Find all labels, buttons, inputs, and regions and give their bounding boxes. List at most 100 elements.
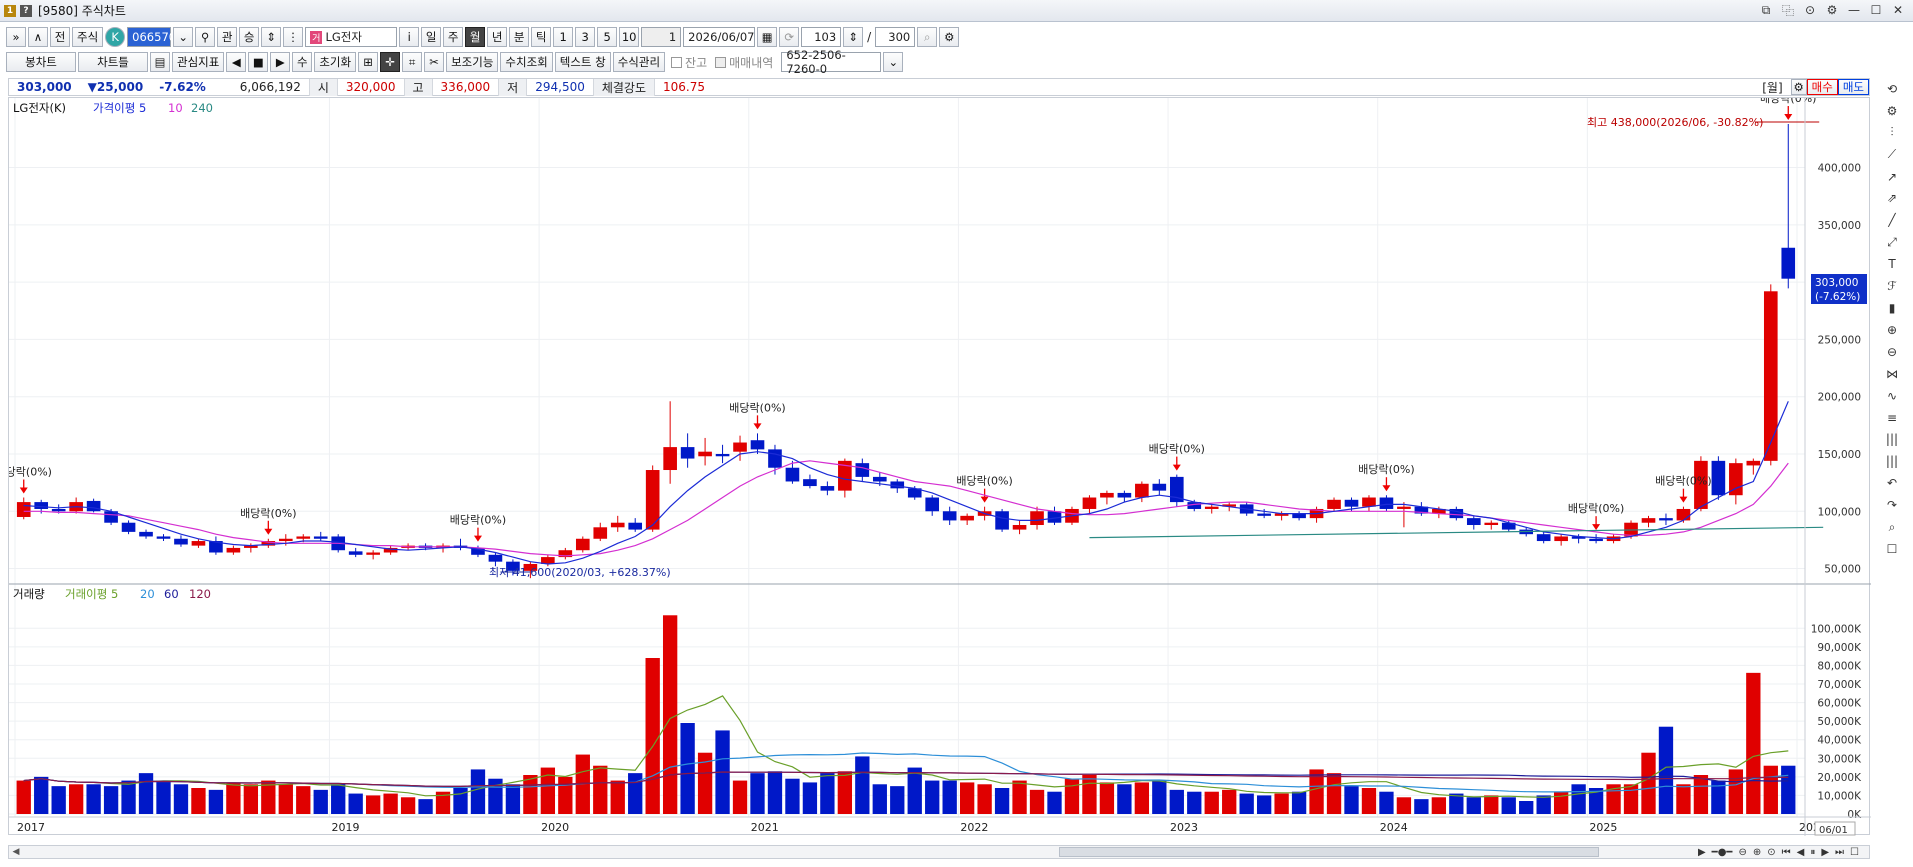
gwan-button[interactable]: 관 [217,27,238,47]
camera-icon[interactable]: ⊙ [1801,2,1819,18]
balance-toggle[interactable]: 잔고 [671,54,707,71]
buy-button[interactable]: 매수 [1806,79,1838,95]
text-tool-icon[interactable]: T [1883,255,1901,273]
wave-icon[interactable]: ∿ [1883,387,1901,405]
count-input[interactable]: 103 [801,27,842,47]
minute-5[interactable]: 5 [597,27,618,47]
ray-line-icon[interactable]: ↗ [1883,168,1901,186]
su-button[interactable]: 수 [292,52,313,72]
chart-frame-button[interactable]: 차트틀 [78,52,148,72]
info-button[interactable]: i [399,27,420,47]
stock-code-input[interactable]: 066570 [127,27,176,47]
stock-chart-svg[interactable]: 배당락(0%) 배당락(0%) 배당락(0%) 배당락(0%) 배당락(0%) 배당락(0… [9,98,1871,836]
info-gear-icon[interactable]: ⚙ [1790,79,1807,95]
next-page-icon[interactable]: ▶ [1821,847,1829,858]
pin-icon[interactable]: ⌗ [402,52,423,72]
stop-icon[interactable]: ■ [248,52,269,72]
refresh-icon[interactable]: ⟲ [1883,80,1901,98]
chart-area[interactable]: 배당락(0%) 배당락(0%) 배당락(0%) 배당락(0%) 배당락(0%) 배당락(0… [8,97,1871,836]
close-button[interactable]: ✕ [1889,2,1907,18]
maximize-button[interactable]: ☐ [1867,2,1885,18]
settings-icon[interactable]: ⚙ [1883,102,1901,120]
line-draw-icon[interactable]: ╱ [1883,211,1901,229]
period-day[interactable]: 일 [421,27,442,47]
scissors-icon[interactable]: ✂ [424,52,445,72]
search-icon[interactable]: ⚲ [195,27,216,47]
zoom-slider-icon[interactable]: ━●━ [1712,847,1733,858]
trend-line-icon[interactable]: ⟋ [1883,146,1901,164]
delete-icon[interactable]: ☐ [1883,540,1901,558]
copy-icon[interactable]: ⿻ [1779,2,1797,18]
minute-10[interactable]: 10 [619,27,640,47]
formula-manage-button[interactable]: 수식관리 [612,52,666,72]
scroll-right-icon[interactable]: ▶ [1698,847,1706,858]
reset-button[interactable]: 초기화 [314,52,357,72]
text-window-button[interactable]: 텍스트 창 [554,52,611,72]
redo-icon[interactable]: ↷ [1883,496,1901,514]
undo-icon[interactable]: ↶ [1883,474,1901,492]
period-year[interactable]: 년 [487,27,508,47]
gear-icon[interactable]: ⚙ [939,27,960,47]
settings-icon[interactable]: ⚙ [1823,2,1841,18]
zoom-fit-icon[interactable]: ⊙ [1767,847,1775,858]
trade-history-checkbox[interactable] [715,56,727,68]
zoom-search-icon[interactable]: ⌕ [917,27,938,47]
chart-scrollbar[interactable]: ◀ ▶ ━●━ ⊖ ⊕ ⊙ ⏮ ◀ ⏸ ▶ ⏭ ☐ [8,845,1870,859]
last-icon[interactable]: ⏭ [1835,847,1844,858]
interval-input[interactable]: 1 [641,27,682,47]
period-week[interactable]: 주 [443,27,464,47]
account-dropdown-icon[interactable]: ⌄ [883,52,904,72]
collapse-up-button[interactable]: ∧ [28,27,48,47]
minute-1[interactable]: 1 [553,27,574,47]
first-icon[interactable]: ⏮ [1782,847,1791,858]
code-dropdown-icon[interactable]: ⌄ [173,27,194,47]
date-input[interactable]: 2026/06/07 [683,27,756,47]
bars-icon[interactable]: ||| [1883,431,1901,449]
candle-type-icon[interactable]: ▮ [1883,299,1901,317]
lookup-icon[interactable]: ⟳ [779,27,800,47]
zoom-in-icon[interactable]: ⊕ [1883,321,1901,339]
layout-icon[interactable]: ⊞ [358,52,379,72]
period-minute[interactable]: 분 [509,27,530,47]
crosshair-icon[interactable]: ✛ [380,52,401,72]
calendar-icon[interactable]: ▦ [757,27,778,47]
fullscreen-icon[interactable]: ☐ [1850,847,1859,858]
balance-checkbox[interactable] [671,56,683,68]
help-icon[interactable]: ? [20,4,32,17]
all-button[interactable]: 전 [50,27,70,47]
zoom-out-icon[interactable]: ⊖ [1883,343,1901,361]
grid-lines-icon[interactable]: ≡ [1883,409,1901,427]
channel-icon[interactable]: ⇗ [1883,190,1901,208]
prev-icon[interactable]: ◀ [226,52,247,72]
trade-history-toggle[interactable]: 매매내역 [715,54,773,71]
expand-left-button[interactable]: » [6,27,26,47]
total-input[interactable]: 300 [875,27,916,47]
watch-indicator-button[interactable]: 관심지표 [172,52,225,72]
zoom-minus-icon[interactable]: ⊖ [1738,847,1746,858]
chart-list-icon[interactable]: ▤ [150,52,170,72]
period-month[interactable]: 월 [465,27,486,47]
market-select[interactable]: 주식 [72,27,104,47]
bars2-icon[interactable]: ||| [1883,452,1901,470]
menu-dots-icon[interactable]: ⋮ [283,27,304,47]
account-select[interactable]: 652-2506-7260-0 [781,48,882,76]
assist-button[interactable]: 보조기능 [446,52,499,72]
candle-chart-button[interactable]: 봉차트 [6,52,76,72]
value-lookup-button[interactable]: 수치조회 [500,52,553,72]
fibo-icon[interactable]: ℱ [1883,277,1901,295]
zoom-plus-icon[interactable]: ⊕ [1753,847,1761,858]
auto-line-icon[interactable]: ⤢ [1883,233,1901,251]
count-spin-icon[interactable]: ⇕ [843,27,864,47]
indicator-icon[interactable]: ⫶ [1883,124,1901,142]
minute-3[interactable]: 3 [575,27,596,47]
pause-icon[interactable]: ⏸ [1810,847,1815,858]
scroll-thumb[interactable] [1059,847,1599,857]
k-badge[interactable]: K [105,27,126,47]
sell-button[interactable]: 매도 [1837,79,1869,95]
period-tick[interactable]: 틱 [531,27,552,47]
link-icon[interactable]: ⧉ [1757,2,1775,18]
next-icon[interactable]: ▶ [270,52,291,72]
stock-name-field[interactable]: 거 LG전자 [305,27,398,47]
seung-button[interactable]: 승 [239,27,260,47]
spin-updown-icon[interactable]: ⇕ [261,27,282,47]
